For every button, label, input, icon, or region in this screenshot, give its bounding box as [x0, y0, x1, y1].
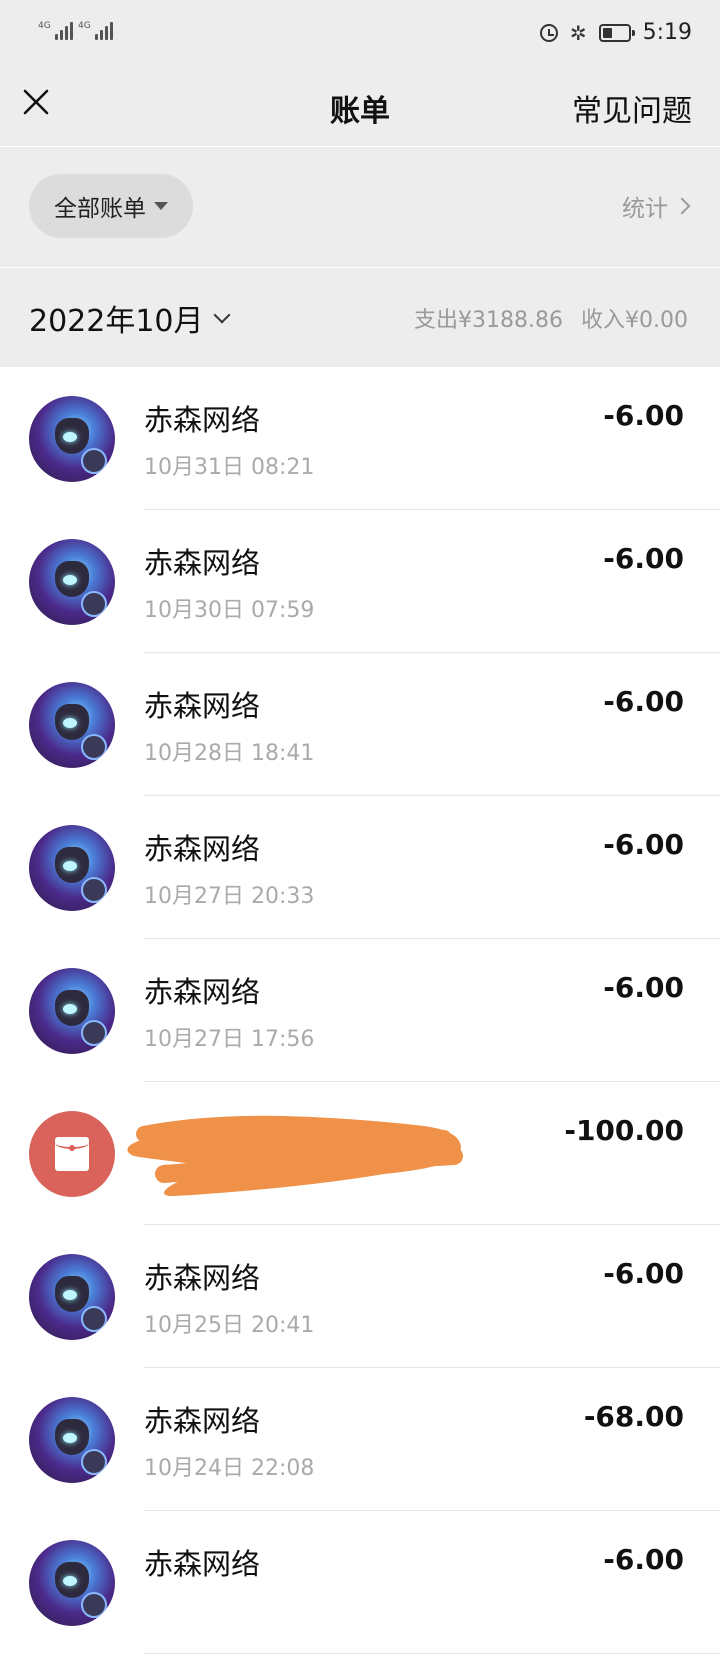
merchant-name: 赤森网络 [144, 1261, 261, 1295]
signal-strength-icon: 4G [38, 22, 73, 40]
all-bills-filter-button[interactable]: 全部账单 [29, 174, 193, 238]
transaction-row[interactable]: 赤森网络 10月27日 17:56 -6.00 [0, 939, 720, 1082]
merchant-name: 赤森网络 [144, 832, 261, 866]
income-total: 收入¥0.00 [581, 308, 688, 333]
transaction-row[interactable]: 赤森网络 10月31日 08:21 -6.00 [0, 367, 720, 510]
transaction-amount: -6.00 [603, 399, 684, 432]
bluetooth-icon: ✲ [569, 20, 587, 45]
caret-down-icon [154, 202, 168, 210]
redaction-scribble [127, 1115, 463, 1197]
month-label: 2022年10月 [29, 304, 204, 339]
merchant-avatar [29, 396, 115, 482]
transaction-time: 10月31日 08:21 [144, 455, 315, 480]
transaction-amount: -68.00 [583, 1400, 684, 1433]
month-picker[interactable]: 2022年10月 [29, 296, 231, 340]
transaction-amount: -6.00 [603, 1543, 684, 1576]
merchant-avatar [29, 682, 115, 768]
merchant-avatar [29, 1254, 115, 1340]
merchant-avatar [29, 539, 115, 625]
nav-bar: 账单 常见问题 [0, 72, 720, 146]
network-type-label: 4G [78, 21, 91, 31]
statistics-link[interactable]: 统计 [622, 189, 691, 223]
transaction-row[interactable]: 赤森网络 10月27日 20:33 -6.00 [0, 796, 720, 939]
filter-bar: 全部账单 统计 [0, 147, 720, 267]
all-bills-filter-label: 全部账单 [54, 196, 146, 222]
chevron-right-icon [673, 197, 691, 215]
month-summary: 支出¥3188.86 收入¥0.00 [414, 302, 688, 334]
alarm-icon [539, 23, 558, 42]
transaction-row[interactable]: 赤森网络 10月24日 22:08 -68.00 [0, 1368, 720, 1511]
transaction-time: 10月25日 20:41 [144, 1313, 315, 1338]
status-time: 5:19 [642, 20, 692, 45]
merchant-name: 赤森网络 [144, 1404, 261, 1438]
merchant-avatar [29, 968, 115, 1054]
merchant-name: 赤森网络 [144, 689, 261, 723]
transaction-amount: -100.00 [564, 1114, 684, 1147]
transaction-amount: -6.00 [603, 542, 684, 575]
red-packet-icon [29, 1111, 115, 1197]
month-header: 2022年10月 支出¥3188.86 收入¥0.00 [0, 268, 720, 367]
battery-icon [598, 23, 635, 42]
network-type-label: 4G [38, 21, 51, 31]
statistics-label: 统计 [622, 196, 668, 222]
transaction-amount: -6.00 [603, 1257, 684, 1290]
merchant-avatar [29, 825, 115, 911]
expense-total: 支出¥3188.86 [414, 308, 564, 333]
transaction-row[interactable]: -100.00 [0, 1082, 720, 1225]
transaction-row[interactable]: 赤森网络 10月28日 18:41 -6.00 [0, 653, 720, 796]
chevron-down-icon [213, 306, 231, 324]
merchant-avatar [29, 1397, 115, 1483]
merchant-name: 赤森网络 [144, 1547, 261, 1581]
transaction-time: 10月30日 07:59 [144, 598, 315, 623]
transaction-amount: -6.00 [603, 971, 684, 1004]
faq-link[interactable]: 常见问题 [572, 86, 692, 130]
transaction-amount: -6.00 [603, 828, 684, 861]
transaction-time: 10月28日 18:41 [144, 741, 315, 766]
signal-strength-icon: 4G [78, 22, 113, 40]
merchant-avatar [29, 1540, 115, 1626]
status-bar: 4G 4G ✲ 5:19 [0, 0, 720, 72]
merchant-name: 赤森网络 [144, 546, 261, 580]
transaction-time: 10月24日 22:08 [144, 1456, 315, 1481]
transaction-time: 10月27日 17:56 [144, 1027, 315, 1052]
transaction-amount: -6.00 [603, 685, 684, 718]
transaction-time: 10月27日 20:33 [144, 884, 315, 909]
transaction-row[interactable]: 赤森网络 10月30日 07:59 -6.00 [0, 510, 720, 653]
transaction-list: 赤森网络 10月31日 08:21 -6.00 赤森网络 10月30日 07:5… [0, 367, 720, 1654]
merchant-name: 赤森网络 [144, 975, 261, 1009]
merchant-name: 赤森网络 [144, 403, 261, 437]
transaction-row[interactable]: 赤森网络 10月25日 20:41 -6.00 [0, 1225, 720, 1368]
